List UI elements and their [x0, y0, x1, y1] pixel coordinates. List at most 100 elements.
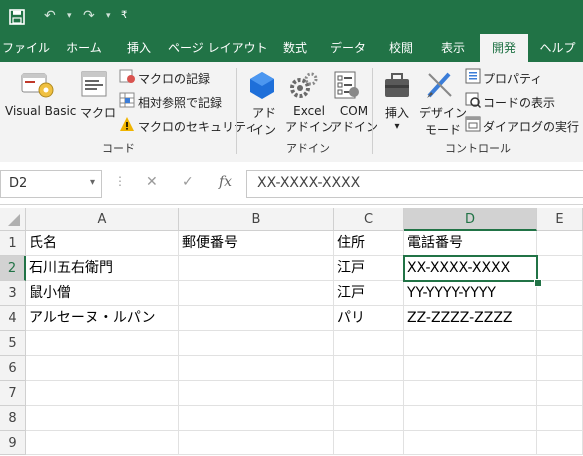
excel-addins-label-line1: Excel — [293, 104, 325, 118]
row-header[interactable]: 3 — [0, 281, 26, 306]
table-cell[interactable] — [404, 431, 537, 455]
chevron-down-icon[interactable]: ▾ — [90, 177, 95, 188]
redo-icon[interactable]: ↷ — [83, 7, 95, 25]
table-cell[interactable] — [179, 256, 334, 281]
name-box[interactable]: D2 ▾ — [0, 170, 102, 198]
tab-page-layout[interactable]: ページ レイアウト — [168, 34, 268, 62]
excel-addins-button[interactable]: Excel アドイン — [285, 104, 333, 135]
formula-bar: D2 ▾ ⋮ ✕ ✓ fx XX-XXXX-XXXX — [0, 162, 583, 205]
chevron-down-icon[interactable]: ▾ — [67, 7, 72, 25]
com-addins-button[interactable]: COM アドイン — [330, 104, 378, 135]
row-header[interactable]: 5 — [0, 331, 26, 356]
table-cell[interactable]: 氏名 — [26, 231, 179, 256]
table-cell[interactable]: 郵便番号 — [179, 231, 334, 256]
table-cell[interactable] — [179, 331, 334, 356]
table-cell[interactable] — [179, 281, 334, 306]
table-cell[interactable] — [404, 331, 537, 356]
record-macro-button[interactable]: マクロの記録 — [138, 70, 210, 87]
table-cell[interactable] — [334, 356, 404, 381]
table-cell[interactable] — [537, 231, 583, 256]
formula-input[interactable]: XX-XXXX-XXXX — [246, 170, 583, 198]
tab-developer[interactable]: 開発 — [480, 34, 528, 62]
insert-function-icon[interactable]: fx — [219, 174, 232, 190]
table-cell[interactable]: ZZ-ZZZZ-ZZZZ — [404, 306, 537, 331]
cancel-icon[interactable]: ✕ — [146, 174, 158, 190]
macro-icon — [80, 70, 108, 104]
table-cell[interactable] — [179, 306, 334, 331]
fill-handle[interactable] — [534, 279, 542, 287]
table-cell[interactable]: 石川五右衛門 — [26, 256, 179, 281]
row-header[interactable]: 8 — [0, 406, 26, 431]
table-cell[interactable] — [179, 356, 334, 381]
table-cell[interactable] — [537, 406, 583, 431]
table-cell[interactable]: YY-YYYY-YYYY — [404, 281, 537, 306]
row-header[interactable]: 1 — [0, 231, 26, 256]
properties-button[interactable]: プロパティ — [483, 70, 542, 87]
row-header[interactable]: 9 — [0, 431, 26, 455]
table-cell[interactable]: パリ — [334, 306, 404, 331]
table-cell[interactable] — [334, 431, 404, 455]
table-cell[interactable]: 江戸 — [334, 281, 404, 306]
table-cell[interactable]: 江戸 — [334, 256, 404, 281]
visual-basic-button[interactable]: Visual Basic — [5, 104, 76, 118]
table-cell[interactable] — [26, 356, 179, 381]
table-cell[interactable]: 住所 — [334, 231, 404, 256]
row-header[interactable]: 4 — [0, 306, 26, 331]
table-cell[interactable] — [26, 331, 179, 356]
macro-security-button[interactable]: マクロのセキュリティ — [138, 118, 257, 135]
table-cell[interactable]: 鼠小僧 — [26, 281, 179, 306]
view-code-button[interactable]: コードの表示 — [483, 94, 555, 111]
table-cell[interactable] — [404, 356, 537, 381]
column-header-d[interactable]: D — [404, 208, 537, 231]
table-cell[interactable] — [537, 281, 583, 306]
tab-view[interactable]: 表示 — [430, 34, 476, 62]
row-header[interactable]: 6 — [0, 356, 26, 381]
design-mode-button[interactable]: デザイン モード — [419, 104, 467, 138]
table-cell[interactable] — [26, 431, 179, 455]
column-header-a[interactable]: A — [26, 208, 179, 231]
table-cell[interactable] — [537, 256, 583, 281]
table-cell[interactable] — [179, 406, 334, 431]
table-cell[interactable] — [334, 406, 404, 431]
table-cell[interactable] — [334, 331, 404, 356]
table-cell[interactable] — [537, 381, 583, 406]
table-cell[interactable]: 電話番号 — [404, 231, 537, 256]
column-header-e[interactable]: E — [537, 208, 583, 231]
select-all-corner[interactable] — [0, 208, 26, 231]
more-options-icon[interactable]: ⋮ — [114, 174, 126, 188]
table-cell[interactable] — [537, 331, 583, 356]
table-cell[interactable] — [179, 381, 334, 406]
table-cell[interactable]: アルセーヌ・ルパン — [26, 306, 179, 331]
table-cell[interactable] — [404, 406, 537, 431]
tab-file[interactable]: ファイル — [0, 34, 52, 62]
row-header[interactable]: 7 — [0, 381, 26, 406]
insert-control-button[interactable]: 挿入 ▾ — [385, 104, 409, 132]
tab-home[interactable]: ホーム — [58, 34, 110, 62]
table-cell[interactable] — [537, 431, 583, 455]
table-cell[interactable] — [26, 406, 179, 431]
table-cell[interactable] — [26, 381, 179, 406]
table-cell[interactable] — [404, 381, 537, 406]
undo-icon[interactable]: ↶ — [44, 7, 56, 25]
tab-insert[interactable]: 挿入 — [116, 34, 162, 62]
run-dialog-button[interactable]: ダイアログの実行 — [483, 118, 579, 135]
column-header-c[interactable]: C — [334, 208, 404, 231]
save-icon[interactable] — [9, 9, 25, 30]
relative-reference-button[interactable]: 相対参照で記録 — [138, 94, 222, 111]
column-header-b[interactable]: B — [179, 208, 334, 231]
table-cell[interactable] — [537, 306, 583, 331]
tab-data[interactable]: データ — [324, 34, 372, 62]
chevron-down-icon[interactable]: ▾ — [106, 7, 111, 25]
tab-formulas[interactable]: 数式 — [270, 34, 320, 62]
table-cell[interactable] — [334, 381, 404, 406]
macro-button[interactable]: マクロ — [80, 104, 116, 121]
table-cell[interactable] — [537, 356, 583, 381]
tab-help[interactable]: ヘルプ — [532, 34, 583, 62]
row-header[interactable]: 2 — [0, 256, 26, 281]
customize-qat-icon[interactable]: ₹ — [121, 7, 127, 25]
active-cell-border — [403, 255, 538, 282]
tab-review[interactable]: 校閲 — [376, 34, 426, 62]
enter-icon[interactable]: ✓ — [182, 174, 194, 190]
table-cell[interactable] — [179, 431, 334, 455]
addins-button[interactable]: アド イン — [252, 104, 276, 138]
